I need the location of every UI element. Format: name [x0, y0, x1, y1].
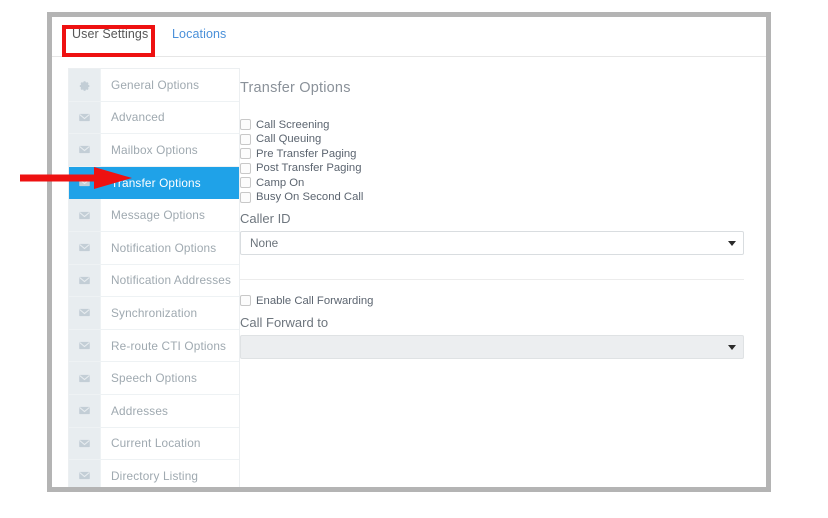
sidebar-item-directory-listing[interactable]: Directory Listing: [69, 460, 239, 487]
sidebar-item-message-options[interactable]: Message Options: [69, 199, 239, 232]
envelope-icon: [79, 374, 90, 382]
checkbox-row: Call Queuing: [240, 133, 744, 147]
tab-bar: User Settings Locations: [52, 17, 766, 57]
sidebar-item-label: Synchronization: [111, 305, 198, 320]
checkbox-row: Camp On: [240, 176, 744, 190]
sidebar-item-addresses[interactable]: Addresses: [69, 394, 239, 428]
checkbox-row: Post Transfer Paging: [240, 162, 744, 176]
checkbox-row: Pre Transfer Paging: [240, 147, 744, 161]
caller-id-value: None: [250, 236, 279, 250]
checkbox-call-screening[interactable]: [240, 119, 251, 131]
transfer-options-checkbox-group: Call Screening Call Queuing Pre Transfer P…: [240, 118, 744, 204]
envelope-icon: [79, 472, 90, 480]
envelope-icon: [79, 178, 90, 187]
sidebar-item-current-location[interactable]: Current Location: [69, 427, 239, 461]
envelope-icon: [79, 146, 90, 154]
sidebar-item-speech-options[interactable]: Speech Options: [69, 362, 239, 395]
app-window: User Settings Locations General Options A…: [47, 12, 771, 492]
envelope-icon: [79, 341, 90, 350]
sidebar-item-label: Transfer Options: [111, 175, 201, 190]
checkbox-row: Busy On Second Call: [240, 191, 744, 205]
sidebar-item-label: Notification Options: [111, 240, 217, 255]
checkbox-label: Camp On: [256, 176, 305, 189]
sidebar-item-transfer-options[interactable]: Transfer Options: [69, 166, 239, 200]
enable-call-forwarding-row: Enable Call Forwarding: [240, 294, 744, 308]
sidebar-item-label: Message Options: [111, 208, 206, 223]
sidebar-item-label: Speech Options: [111, 371, 198, 386]
sidebar-item-label: General Options: [111, 77, 200, 92]
envelope-icon: [79, 276, 90, 285]
sidebar-item-label: Advanced: [111, 110, 165, 125]
checkbox-label: Busy On Second Call: [256, 191, 364, 204]
sidebar-item-icon-cell: [69, 231, 101, 264]
checkbox-row: Call Screening: [240, 118, 744, 132]
envelope-icon: [79, 244, 90, 252]
sidebar-item-label: Mailbox Options: [111, 142, 198, 157]
checkbox-call-queuing[interactable]: [240, 133, 251, 145]
envelope-icon: [79, 309, 90, 317]
sidebar-item-icon-cell: [69, 427, 101, 460]
sidebar-item-icon-cell: [69, 69, 101, 101]
chevron-down-icon: [728, 241, 736, 246]
sidebar-item-icon-cell: [69, 134, 101, 166]
sidebar-item-notification-options[interactable]: Notification Options: [69, 231, 239, 265]
gear-icon: [79, 81, 90, 92]
settings-sidebar: General Options Advanced Mailbox Options Tr…: [68, 68, 240, 487]
sidebar-item-label: Current Location: [111, 436, 201, 451]
tab-user-settings[interactable]: User Settings: [72, 27, 148, 41]
sidebar-item-label: Re-route CTI Options: [111, 338, 227, 353]
body-area: General Options Advanced Mailbox Options Tr…: [52, 58, 766, 487]
envelope-icon: [79, 211, 90, 219]
sidebar-item-icon-cell: [69, 460, 101, 487]
enable-call-forwarding-checkbox[interactable]: [240, 295, 251, 307]
call-forward-to-select[interactable]: [240, 334, 744, 359]
sidebar-item-icon-cell: [69, 166, 101, 199]
checkbox-camp-on[interactable]: [240, 177, 251, 189]
checkbox-label: Call Queuing: [256, 133, 322, 146]
sidebar-item-advanced[interactable]: Advanced: [69, 101, 239, 135]
chevron-down-icon: [728, 344, 736, 350]
sidebar-item-label: Addresses: [111, 403, 169, 418]
checkbox-label: Pre Transfer Paging: [256, 147, 357, 160]
window-inner: User Settings Locations General Options A…: [52, 17, 766, 487]
sidebar-item-general-options[interactable]: General Options: [69, 69, 239, 102]
sidebar-item-icon-cell: [69, 329, 101, 362]
sidebar-item-icon-cell: [69, 264, 101, 297]
caller-id-label: Caller ID: [240, 211, 291, 226]
section-divider: [240, 279, 744, 280]
checkbox-pre-transfer-paging[interactable]: [240, 148, 251, 160]
enable-call-forwarding-label: Enable Call Forwarding: [256, 294, 374, 307]
page-title: Transfer Options: [240, 80, 351, 96]
envelope-icon: [79, 113, 90, 122]
envelope-icon: [79, 407, 90, 415]
sidebar-item-synchronization[interactable]: Synchronization: [69, 297, 239, 330]
sidebar-item-icon-cell: [69, 199, 101, 231]
call-forward-to-label: Call Forward to: [240, 314, 329, 330]
checkbox-post-transfer-paging[interactable]: [240, 162, 251, 174]
sidebar-item-icon-cell: [69, 297, 101, 329]
sidebar-item-icon-cell: [69, 394, 101, 427]
content-pane: Transfer Options Call Screening Call Queu…: [240, 68, 766, 487]
checkbox-busy-on-second-call[interactable]: [240, 191, 251, 203]
sidebar-item-icon-cell: [69, 101, 101, 134]
sidebar-item-notification-addresses[interactable]: Notification Addresses: [69, 264, 239, 298]
caller-id-select[interactable]: None: [240, 231, 744, 255]
sidebar-item-mailbox-options[interactable]: Mailbox Options: [69, 134, 239, 167]
checkbox-label: Post Transfer Paging: [256, 162, 362, 175]
sidebar-item-label: Directory Listing: [111, 468, 199, 483]
sidebar-item-re-route-cti-options[interactable]: Re-route CTI Options: [69, 329, 239, 363]
checkbox-label: Call Screening: [256, 118, 330, 131]
tab-locations[interactable]: Locations: [172, 27, 226, 41]
envelope-icon: [79, 439, 90, 447]
sidebar-item-icon-cell: [69, 362, 101, 394]
sidebar-item-label: Notification Addresses: [111, 273, 232, 288]
